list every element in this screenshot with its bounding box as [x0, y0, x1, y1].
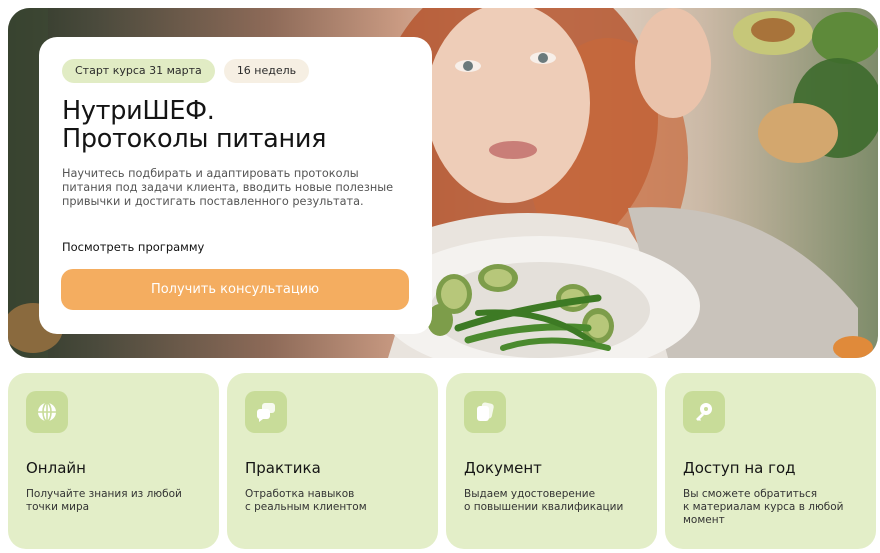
- course-description: Научитесь подбирать и адаптировать прото…: [62, 167, 394, 208]
- course-title-line-2: Протоколы питания: [62, 124, 327, 154]
- feature-description-line: точки мира: [26, 501, 90, 513]
- document-icon: [464, 391, 506, 433]
- course-info-card: Старт курса 31 марта 16 недель НутриШЕФ.…: [39, 37, 432, 334]
- feature-description-line: о повышении квалификации: [464, 501, 624, 513]
- badge-row: Старт курса 31 марта 16 недель: [62, 59, 409, 83]
- feature-description-line: к материалам курса в любой: [683, 501, 844, 513]
- feature-description-line: Получайте знания из любой: [26, 488, 182, 500]
- hero-banner: Старт курса 31 марта 16 недель НутриШЕФ.…: [8, 8, 878, 358]
- course-title-line-1: НутриШЕФ.: [62, 96, 215, 126]
- feature-card-access: Доступ на год Вы сможете обратиться к ма…: [665, 373, 876, 549]
- feature-description-line: с реальным клиентом: [245, 501, 367, 513]
- feature-description-line: Вы сможете обратиться: [683, 488, 818, 500]
- feature-title: Онлайн: [26, 459, 86, 477]
- feature-description: Получайте знания из любой точки мира: [26, 488, 206, 514]
- get-consultation-button[interactable]: Получить консультацию: [61, 269, 409, 310]
- key-icon: [683, 391, 725, 433]
- feature-title: Документ: [464, 459, 542, 477]
- view-program-link[interactable]: Посмотреть программу: [62, 240, 204, 254]
- features-row: Онлайн Получайте знания из любой точки м…: [8, 373, 878, 549]
- feature-title: Доступ на год: [683, 459, 796, 477]
- feature-description: Выдаем удостоверение о повышении квалифи…: [464, 488, 644, 514]
- globe-icon: [26, 391, 68, 433]
- feature-card-practice: Практика Отработка навыков с реальным кл…: [227, 373, 438, 549]
- feature-description-line: момент: [683, 514, 725, 526]
- duration-badge: 16 недель: [223, 59, 310, 83]
- course-title: НутриШЕФ. Протоколы питания: [62, 97, 412, 153]
- feature-title: Практика: [245, 459, 321, 477]
- feature-description-line: Отработка навыков: [245, 488, 355, 500]
- start-date-badge: Старт курса 31 марта: [62, 59, 215, 83]
- feature-card-online: Онлайн Получайте знания из любой точки м…: [8, 373, 219, 549]
- chat-bubbles-icon: [245, 391, 287, 433]
- feature-card-document: Документ Выдаем удостоверение о повышени…: [446, 373, 657, 549]
- feature-description: Вы сможете обратиться к материалам курса…: [683, 488, 863, 527]
- feature-description: Отработка навыков с реальным клиентом: [245, 488, 425, 514]
- feature-description-line: Выдаем удостоверение: [464, 488, 596, 500]
